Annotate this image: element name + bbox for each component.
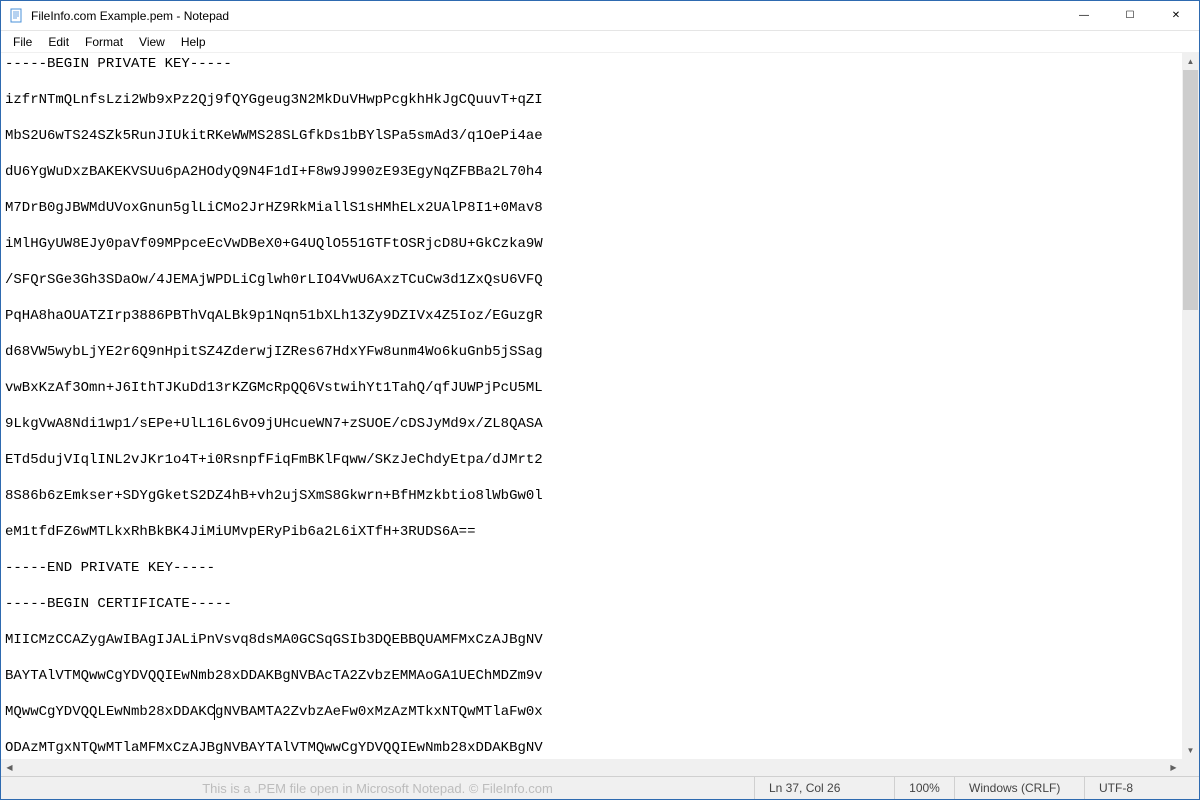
horizontal-scrollbar[interactable]: ◀ ▶	[1, 759, 1182, 776]
editor-area: -----BEGIN PRIVATE KEY----- izfrNTmQLnfs…	[1, 53, 1199, 776]
status-cursor-position: Ln 37, Col 26	[754, 777, 894, 799]
scroll-thumb-vertical[interactable]	[1183, 70, 1198, 310]
menu-format[interactable]: Format	[77, 33, 131, 51]
menu-edit[interactable]: Edit	[40, 33, 77, 51]
scroll-left-arrow-icon[interactable]: ◀	[1, 759, 18, 776]
status-watermark: This is a .PEM file open in Microsoft No…	[1, 777, 754, 799]
close-button[interactable]: ✕	[1153, 1, 1199, 30]
scroll-down-arrow-icon[interactable]: ▼	[1182, 742, 1199, 759]
maximize-button[interactable]: ☐	[1107, 1, 1153, 30]
menubar: File Edit Format View Help	[1, 31, 1199, 53]
scroll-corner	[1182, 759, 1199, 776]
menu-file[interactable]: File	[5, 33, 40, 51]
scroll-right-arrow-icon[interactable]: ▶	[1165, 759, 1182, 776]
notepad-window: FileInfo.com Example.pem - Notepad — ☐ ✕…	[0, 0, 1200, 800]
app-icon	[9, 8, 25, 24]
window-controls: — ☐ ✕	[1061, 1, 1199, 30]
status-encoding: UTF-8	[1084, 777, 1199, 799]
menu-help[interactable]: Help	[173, 33, 214, 51]
window-title: FileInfo.com Example.pem - Notepad	[31, 9, 1061, 23]
statusbar: This is a .PEM file open in Microsoft No…	[1, 776, 1199, 799]
status-line-endings: Windows (CRLF)	[954, 777, 1084, 799]
menu-view[interactable]: View	[131, 33, 173, 51]
minimize-button[interactable]: —	[1061, 1, 1107, 30]
status-zoom[interactable]: 100%	[894, 777, 954, 799]
vertical-scrollbar[interactable]: ▲ ▼	[1182, 53, 1199, 759]
titlebar[interactable]: FileInfo.com Example.pem - Notepad — ☐ ✕	[1, 1, 1199, 31]
scroll-up-arrow-icon[interactable]: ▲	[1182, 53, 1199, 70]
text-editor[interactable]: -----BEGIN PRIVATE KEY----- izfrNTmQLnfs…	[1, 53, 1199, 776]
